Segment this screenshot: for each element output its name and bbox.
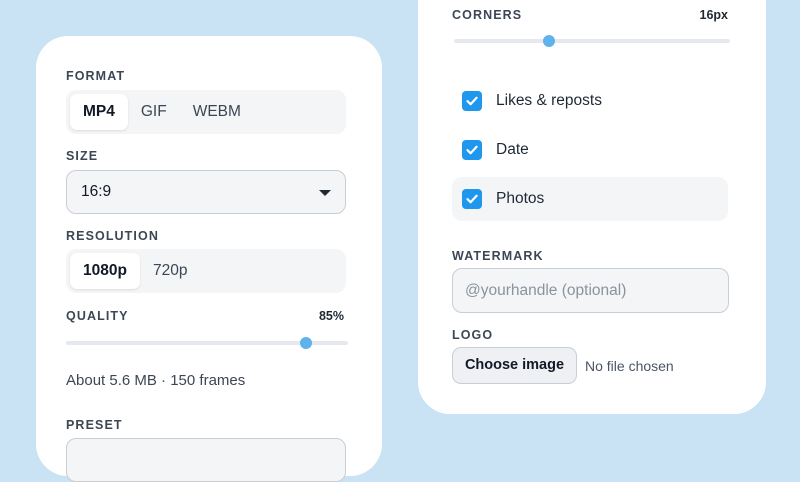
format-option-gif[interactable]: GIF (128, 94, 180, 130)
chevron-down-icon (319, 190, 331, 196)
format-option-mp4[interactable]: MP4 (70, 94, 128, 130)
corners-slider-track[interactable] (454, 39, 730, 43)
toggle-photos[interactable]: Photos (452, 177, 728, 221)
file-status-text: No file chosen (585, 358, 674, 374)
toggle-likes-reposts[interactable]: Likes & reposts (452, 79, 728, 123)
format-label: FORMAT (66, 69, 126, 83)
logo-label: LOGO (452, 328, 494, 342)
corners-slider-thumb[interactable] (543, 35, 555, 47)
resolution-label: RESOLUTION (66, 229, 159, 243)
choose-image-button[interactable]: Choose image (452, 347, 577, 384)
size-select[interactable]: 16:9 (66, 170, 346, 214)
corners-value: 16px (699, 8, 729, 22)
format-segmented-control: MP4 GIF WEBM (66, 90, 346, 134)
file-estimate: About 5.6 MB · 150 frames (66, 372, 246, 389)
toggle-label: Date (496, 141, 529, 158)
resolution-segmented-control: 1080p 720p (66, 249, 346, 293)
style-settings-card: CORNERS 16px Likes & reposts Date Photos… (418, 0, 766, 414)
format-option-webm[interactable]: WEBM (180, 94, 254, 130)
size-select-value: 16:9 (81, 183, 112, 200)
resolution-option-1080p[interactable]: 1080p (70, 253, 140, 289)
size-label: SIZE (66, 149, 99, 163)
toggle-label: Likes & reposts (496, 92, 602, 109)
export-settings-card: FORMAT MP4 GIF WEBM SIZE 16:9 RESOLUTION… (36, 36, 382, 482)
quality-slider-thumb[interactable] (299, 337, 312, 349)
checkbox-checked-icon[interactable] (462, 91, 482, 111)
corners-label: CORNERS (452, 8, 523, 22)
watermark-label: WATERMARK (452, 249, 544, 263)
toggle-date[interactable]: Date (452, 128, 728, 172)
preset-select[interactable] (66, 438, 346, 482)
quality-value: 85% (318, 309, 344, 323)
quality-label: QUALITY (66, 309, 129, 323)
toggle-label: Photos (496, 190, 545, 207)
checkbox-checked-icon[interactable] (462, 140, 482, 160)
preset-label: PRESET (66, 418, 123, 432)
watermark-input[interactable] (452, 268, 729, 313)
checkbox-checked-icon[interactable] (462, 189, 482, 209)
resolution-option-720p[interactable]: 720p (140, 253, 200, 289)
